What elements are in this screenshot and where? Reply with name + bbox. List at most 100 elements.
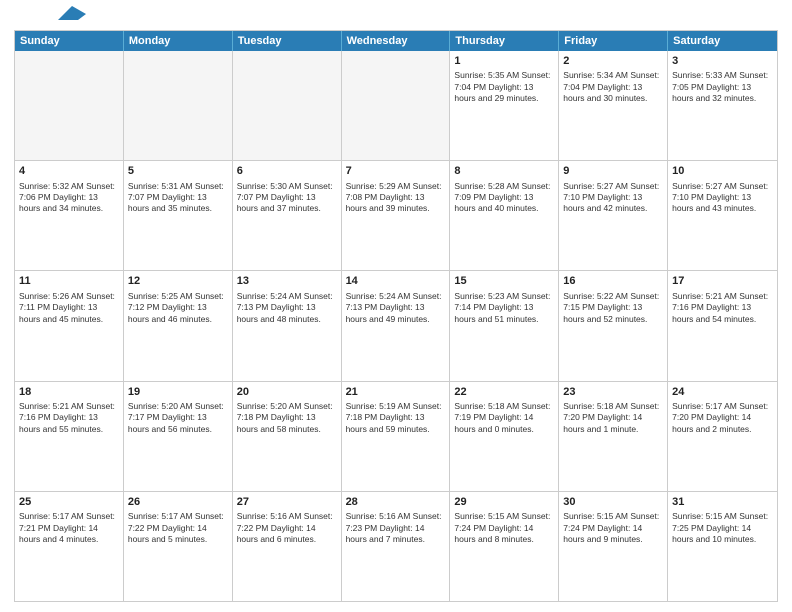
cell-info-text: Sunrise: 5:33 AM Sunset: 7:05 PM Dayligh…	[672, 70, 773, 104]
day-number: 24	[672, 385, 773, 399]
day-number: 17	[672, 274, 773, 288]
calendar-body: 1 Sunrise: 5:35 AM Sunset: 7:04 PM Daylig…	[15, 51, 777, 601]
cell-info-text: Sunrise: 5:21 AM Sunset: 7:16 PM Dayligh…	[19, 401, 119, 435]
calendar-cell-empty-0-0	[15, 51, 124, 160]
calendar-cell-day-11: 11 Sunrise: 5:26 AM Sunset: 7:11 PM Dayli…	[15, 271, 124, 380]
cell-info-text: Sunrise: 5:35 AM Sunset: 7:04 PM Dayligh…	[454, 70, 554, 104]
calendar-cell-day-22: 22 Sunrise: 5:18 AM Sunset: 7:19 PM Dayli…	[450, 382, 559, 491]
calendar-row-0: 1 Sunrise: 5:35 AM Sunset: 7:04 PM Daylig…	[15, 51, 777, 161]
cell-info-text: Sunrise: 5:32 AM Sunset: 7:06 PM Dayligh…	[19, 181, 119, 215]
day-number: 7	[346, 164, 446, 178]
cell-info-text: Sunrise: 5:29 AM Sunset: 7:08 PM Dayligh…	[346, 181, 446, 215]
day-number: 14	[346, 274, 446, 288]
cell-info-text: Sunrise: 5:31 AM Sunset: 7:07 PM Dayligh…	[128, 181, 228, 215]
cell-info-text: Sunrise: 5:17 AM Sunset: 7:20 PM Dayligh…	[672, 401, 773, 435]
calendar-cell-day-7: 7 Sunrise: 5:29 AM Sunset: 7:08 PM Daylig…	[342, 161, 451, 270]
day-number: 1	[454, 54, 554, 68]
calendar-row-1: 4 Sunrise: 5:32 AM Sunset: 7:06 PM Daylig…	[15, 161, 777, 271]
cell-info-text: Sunrise: 5:15 AM Sunset: 7:25 PM Dayligh…	[672, 511, 773, 545]
calendar-cell-day-10: 10 Sunrise: 5:27 AM Sunset: 7:10 PM Dayli…	[668, 161, 777, 270]
calendar-cell-day-29: 29Sunrise: 5:15 AM Sunset: 7:24 PM Dayli…	[450, 492, 559, 601]
calendar-cell-empty-0-2	[233, 51, 342, 160]
cell-info-text: Sunrise: 5:28 AM Sunset: 7:09 PM Dayligh…	[454, 181, 554, 215]
day-number: 12	[128, 274, 228, 288]
day-number: 16	[563, 274, 663, 288]
cell-info-text: Sunrise: 5:25 AM Sunset: 7:12 PM Dayligh…	[128, 291, 228, 325]
day-number: 26	[128, 495, 228, 509]
calendar-cell-day-27: 27 Sunrise: 5:16 AM Sunset: 7:22 PM Dayli…	[233, 492, 342, 601]
calendar-cell-day-15: 15 Sunrise: 5:23 AM Sunset: 7:14 PM Dayli…	[450, 271, 559, 380]
calendar-cell-day-6: 6Sunrise: 5:30 AM Sunset: 7:07 PM Daylig…	[233, 161, 342, 270]
calendar-cell-day-8: 8 Sunrise: 5:28 AM Sunset: 7:09 PM Daylig…	[450, 161, 559, 270]
calendar-cell-day-9: 9 Sunrise: 5:27 AM Sunset: 7:10 PM Daylig…	[559, 161, 668, 270]
calendar-cell-day-26: 26 Sunrise: 5:17 AM Sunset: 7:22 PM Dayli…	[124, 492, 233, 601]
calendar-cell-empty-0-3	[342, 51, 451, 160]
logo	[14, 10, 86, 22]
cell-info-text: Sunrise: 5:27 AM Sunset: 7:10 PM Dayligh…	[563, 181, 663, 215]
weekday-header-saturday: Saturday	[668, 31, 777, 51]
calendar-cell-day-24: 24 Sunrise: 5:17 AM Sunset: 7:20 PM Dayli…	[668, 382, 777, 491]
day-number: 2	[563, 54, 663, 68]
calendar-cell-day-2: 2 Sunrise: 5:34 AM Sunset: 7:04 PM Daylig…	[559, 51, 668, 160]
cell-info-text: Sunrise: 5:27 AM Sunset: 7:10 PM Dayligh…	[672, 181, 773, 215]
cell-info-text: Sunrise: 5:34 AM Sunset: 7:04 PM Dayligh…	[563, 70, 663, 104]
calendar-cell-day-31: 31 Sunrise: 5:15 AM Sunset: 7:25 PM Dayli…	[668, 492, 777, 601]
cell-info-text: Sunrise: 5:21 AM Sunset: 7:16 PM Dayligh…	[672, 291, 773, 325]
cell-info-text: Sunrise: 5:16 AM Sunset: 7:22 PM Dayligh…	[237, 511, 337, 545]
day-number: 11	[19, 274, 119, 288]
weekday-header-monday: Monday	[124, 31, 233, 51]
day-number: 21	[346, 385, 446, 399]
weekday-header-thursday: Thursday	[450, 31, 559, 51]
calendar: SundayMondayTuesdayWednesdayThursdayFrid…	[14, 30, 778, 602]
cell-info-text: Sunrise: 5:16 AM Sunset: 7:23 PM Dayligh…	[346, 511, 446, 545]
cell-info-text: Sunrise: 5:17 AM Sunset: 7:21 PM Dayligh…	[19, 511, 119, 545]
calendar-cell-day-20: 20 Sunrise: 5:20 AM Sunset: 7:18 PM Dayli…	[233, 382, 342, 491]
weekday-header-tuesday: Tuesday	[233, 31, 342, 51]
day-number: 10	[672, 164, 773, 178]
day-number: 8	[454, 164, 554, 178]
calendar-row-2: 11 Sunrise: 5:26 AM Sunset: 7:11 PM Dayli…	[15, 271, 777, 381]
header	[14, 10, 778, 22]
calendar-cell-day-25: 25Sunrise: 5:17 AM Sunset: 7:21 PM Dayli…	[15, 492, 124, 601]
cell-info-text: Sunrise: 5:20 AM Sunset: 7:18 PM Dayligh…	[237, 401, 337, 435]
cell-info-text: Sunrise: 5:24 AM Sunset: 7:13 PM Dayligh…	[346, 291, 446, 325]
calendar-cell-day-1: 1 Sunrise: 5:35 AM Sunset: 7:04 PM Daylig…	[450, 51, 559, 160]
day-number: 3	[672, 54, 773, 68]
weekday-header-wednesday: Wednesday	[342, 31, 451, 51]
calendar-cell-day-30: 30 Sunrise: 5:15 AM Sunset: 7:24 PM Dayli…	[559, 492, 668, 601]
day-number: 20	[237, 385, 337, 399]
day-number: 9	[563, 164, 663, 178]
weekday-header-sunday: Sunday	[15, 31, 124, 51]
cell-info-text: Sunrise: 5:15 AM Sunset: 7:24 PM Dayligh…	[563, 511, 663, 545]
calendar-cell-day-16: 16 Sunrise: 5:22 AM Sunset: 7:15 PM Dayli…	[559, 271, 668, 380]
day-number: 15	[454, 274, 554, 288]
calendar-row-3: 18Sunrise: 5:21 AM Sunset: 7:16 PM Dayli…	[15, 382, 777, 492]
cell-info-text: Sunrise: 5:18 AM Sunset: 7:20 PM Dayligh…	[563, 401, 663, 435]
cell-info-text: Sunrise: 5:22 AM Sunset: 7:15 PM Dayligh…	[563, 291, 663, 325]
cell-info-text: Sunrise: 5:18 AM Sunset: 7:19 PM Dayligh…	[454, 401, 554, 435]
day-number: 28	[346, 495, 446, 509]
calendar-cell-day-23: 23 Sunrise: 5:18 AM Sunset: 7:20 PM Dayli…	[559, 382, 668, 491]
calendar-cell-day-14: 14 Sunrise: 5:24 AM Sunset: 7:13 PM Dayli…	[342, 271, 451, 380]
page: SundayMondayTuesdayWednesdayThursdayFrid…	[0, 0, 792, 612]
calendar-cell-day-3: 3 Sunrise: 5:33 AM Sunset: 7:05 PM Daylig…	[668, 51, 777, 160]
day-number: 23	[563, 385, 663, 399]
day-number: 4	[19, 164, 119, 178]
calendar-cell-day-12: 12 Sunrise: 5:25 AM Sunset: 7:12 PM Dayli…	[124, 271, 233, 380]
calendar-cell-day-28: 28 Sunrise: 5:16 AM Sunset: 7:23 PM Dayli…	[342, 492, 451, 601]
day-number: 13	[237, 274, 337, 288]
cell-info-text: Sunrise: 5:17 AM Sunset: 7:22 PM Dayligh…	[128, 511, 228, 545]
day-number: 22	[454, 385, 554, 399]
day-number: 6	[237, 164, 337, 178]
day-number: 30	[563, 495, 663, 509]
calendar-cell-day-19: 19Sunrise: 5:20 AM Sunset: 7:17 PM Dayli…	[124, 382, 233, 491]
calendar-cell-day-5: 5Sunrise: 5:31 AM Sunset: 7:07 PM Daylig…	[124, 161, 233, 270]
calendar-cell-day-4: 4 Sunrise: 5:32 AM Sunset: 7:06 PM Daylig…	[15, 161, 124, 270]
cell-info-text: Sunrise: 5:26 AM Sunset: 7:11 PM Dayligh…	[19, 291, 119, 325]
calendar-header: SundayMondayTuesdayWednesdayThursdayFrid…	[15, 31, 777, 51]
logo-icon	[58, 6, 86, 22]
day-number: 27	[237, 495, 337, 509]
day-number: 31	[672, 495, 773, 509]
cell-info-text: Sunrise: 5:15 AM Sunset: 7:24 PM Dayligh…	[454, 511, 554, 545]
cell-info-text: Sunrise: 5:23 AM Sunset: 7:14 PM Dayligh…	[454, 291, 554, 325]
